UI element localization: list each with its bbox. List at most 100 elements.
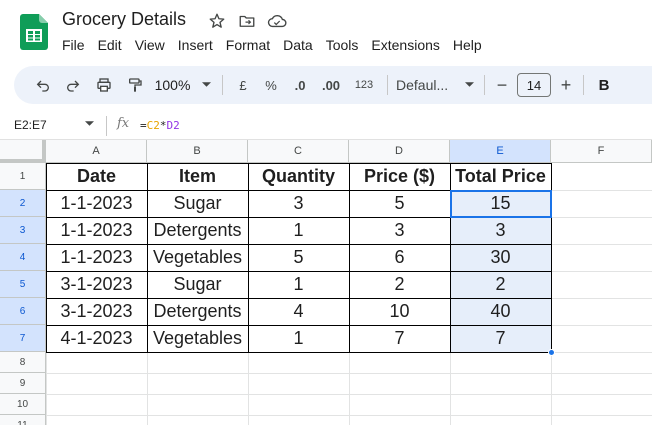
paint-format-icon[interactable] [120, 71, 150, 99]
table-cell[interactable]: 1 [248, 217, 349, 244]
table-cell[interactable]: 2 [349, 271, 450, 298]
move-to-folder-icon[interactable] [236, 10, 258, 32]
row-header-8[interactable]: 8 [0, 352, 46, 373]
gridline [46, 394, 652, 395]
more-formats-button[interactable]: 123 [347, 71, 381, 99]
table-cell[interactable]: 30 [450, 244, 551, 271]
menu-extensions[interactable]: Extensions [371, 36, 445, 54]
table-cell[interactable]: 4 [248, 298, 349, 325]
column-header-a[interactable]: A [46, 140, 147, 163]
bold-button[interactable]: B [590, 71, 618, 99]
formula-input[interactable]: =C2*D2 [140, 119, 180, 132]
table-cell[interactable]: 1-1-2023 [46, 217, 147, 244]
menu-help[interactable]: Help [453, 36, 488, 54]
table-cell[interactable]: 3-1-2023 [46, 298, 147, 325]
table-cell[interactable]: Vegetables [147, 244, 248, 271]
header-cell[interactable]: Item [147, 163, 248, 190]
table-cell[interactable]: 7 [450, 325, 551, 352]
row-header-3[interactable]: 3 [0, 217, 46, 244]
menu-file[interactable]: File [62, 36, 91, 54]
print-icon[interactable] [88, 71, 120, 99]
table-cell[interactable]: 4-1-2023 [46, 325, 147, 352]
currency-format-button[interactable]: £ [229, 71, 257, 99]
table-cell[interactable]: 5 [248, 244, 349, 271]
table-cell[interactable]: 1 [248, 325, 349, 352]
chevron-down-icon [202, 82, 212, 87]
cloud-status-icon[interactable] [266, 10, 288, 32]
row-header-5[interactable]: 5 [0, 271, 46, 298]
increase-font-size-button[interactable]: + [555, 71, 577, 99]
table-cell[interactable]: Vegetables [147, 325, 248, 352]
row-header-11[interactable]: 11 [0, 415, 46, 425]
menu-tools[interactable]: Tools [326, 36, 365, 54]
column-header-b[interactable]: B [147, 140, 248, 163]
table-cell[interactable]: 6 [349, 244, 450, 271]
undo-icon[interactable] [28, 71, 58, 99]
gridline [46, 373, 652, 374]
chevron-down-icon [465, 82, 474, 87]
decrease-font-size-button[interactable]: − [491, 71, 513, 99]
table-cell[interactable]: 7 [349, 325, 450, 352]
menu-edit[interactable]: Edit [98, 36, 128, 54]
sheets-logo-icon[interactable] [20, 14, 48, 50]
toolbar-divider [222, 75, 223, 95]
select-all-corner[interactable] [0, 140, 46, 163]
font-size-input[interactable]: 14 [517, 73, 551, 97]
percent-format-button[interactable]: % [257, 71, 285, 99]
row-header-4[interactable]: 4 [0, 244, 46, 271]
row-header-2[interactable]: 2 [0, 190, 46, 217]
menu-format[interactable]: Format [226, 36, 276, 54]
table-cell[interactable]: 5 [349, 190, 450, 217]
toolbar: 100% £ % .0 .00 123 Defaul... − 14 + B [14, 66, 652, 104]
decrease-decimal-button[interactable]: .0 [285, 71, 315, 99]
table-cell[interactable]: 3 [349, 217, 450, 244]
column-header-e[interactable]: E [450, 140, 551, 163]
table-cell[interactable]: Sugar [147, 190, 248, 217]
header-cell[interactable]: Quantity [248, 163, 349, 190]
menu-insert[interactable]: Insert [178, 36, 219, 54]
header-cell[interactable]: Total Price [450, 163, 551, 190]
increase-decimal-button[interactable]: .00 [315, 71, 347, 99]
decrease-decimal-label: .0 [294, 77, 306, 93]
active-cell[interactable] [450, 190, 552, 218]
document-title[interactable]: Grocery Details [62, 9, 186, 30]
header-cell[interactable]: Price ($) [349, 163, 450, 190]
table-cell[interactable]: 1 [248, 271, 349, 298]
table-cell[interactable]: 10 [349, 298, 450, 325]
fill-handle[interactable] [547, 348, 555, 356]
redo-icon[interactable] [58, 71, 88, 99]
row-header-1[interactable]: 1 [0, 163, 46, 190]
font-family-value: Defaul... [396, 77, 449, 93]
toolbar-divider [484, 75, 485, 95]
table-cell[interactable]: 3 [450, 217, 551, 244]
zoom-select[interactable]: 100% [150, 71, 216, 99]
increase-decimal-label: .00 [321, 77, 341, 93]
table-cell[interactable]: 3-1-2023 [46, 271, 147, 298]
font-family-select[interactable]: Defaul... [394, 71, 478, 99]
table-cell[interactable]: 2 [450, 271, 551, 298]
row-header-10[interactable]: 10 [0, 394, 46, 415]
menu-data[interactable]: Data [283, 36, 319, 54]
table-cell[interactable]: 1-1-2023 [46, 190, 147, 217]
table-cell[interactable]: Detergents [147, 217, 248, 244]
fx-icon: fx [117, 116, 130, 131]
formula-reference: D2 [166, 119, 180, 132]
header-cell[interactable]: Date [46, 163, 147, 190]
formula-bar: E2:E7 fx =C2*D2 [0, 112, 652, 140]
table-cell[interactable]: Sugar [147, 271, 248, 298]
column-header-c[interactable]: C [248, 140, 349, 163]
table-cell[interactable]: 1-1-2023 [46, 244, 147, 271]
row-header-9[interactable]: 9 [0, 373, 46, 394]
column-header-d[interactable]: D [349, 140, 450, 163]
table-cell[interactable]: Detergents [147, 298, 248, 325]
row-header-6[interactable]: 6 [0, 298, 46, 325]
row-header-7[interactable]: 7 [0, 325, 46, 352]
star-icon[interactable] [206, 10, 228, 32]
table-cell[interactable]: 3 [248, 190, 349, 217]
menu-view[interactable]: View [135, 36, 171, 54]
column-header-f[interactable]: F [551, 140, 652, 163]
table-cell[interactable]: 40 [450, 298, 551, 325]
formula-equals: = [140, 119, 147, 132]
name-box[interactable]: E2:E7 [14, 118, 47, 132]
chevron-down-icon[interactable] [85, 121, 94, 127]
